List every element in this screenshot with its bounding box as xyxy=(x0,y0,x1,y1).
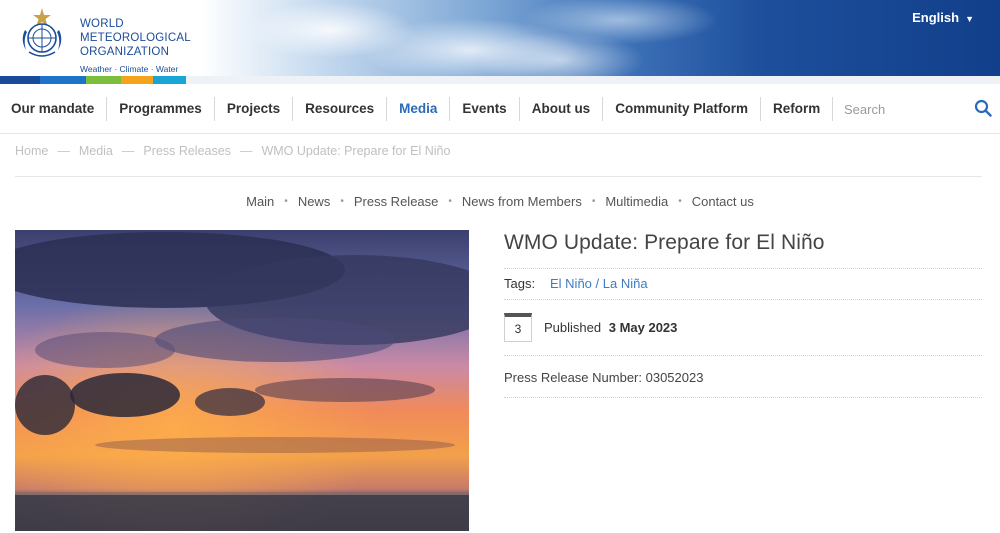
nav-item-media[interactable]: Media xyxy=(387,96,451,121)
subnav-separator: • xyxy=(678,196,682,207)
breadcrumb-separator: — xyxy=(57,144,70,158)
nav-item-our-mandate[interactable]: Our mandate xyxy=(0,96,108,121)
subnav-separator: • xyxy=(340,196,344,207)
breadcrumb-divider xyxy=(15,176,982,177)
nav-item-about-us[interactable]: About us xyxy=(520,96,604,121)
subnav-multimedia[interactable]: Multimedia xyxy=(605,193,668,210)
breadcrumb: Home — Media — Press Releases — WMO Upda… xyxy=(15,144,450,158)
published-info: Published 3 May 2023 xyxy=(544,320,677,335)
org-name[interactable]: WORLD METEOROLOGICAL ORGANIZATION xyxy=(80,17,191,59)
divider xyxy=(504,355,982,356)
org-name-line2: METEOROLOGICAL xyxy=(80,32,191,44)
org-name-line1: WORLD xyxy=(80,18,124,30)
wmo-emblem-icon[interactable] xyxy=(15,6,69,60)
nav-item-community-platform[interactable]: Community Platform xyxy=(603,96,761,121)
press-release-number: Press Release Number: 03052023 xyxy=(504,370,704,385)
language-label: English xyxy=(912,10,960,25)
media-subnav: Main • News • Press Release • News from … xyxy=(0,193,1000,210)
color-strip-blue xyxy=(40,76,86,84)
article-title: WMO Update: Prepare for El Niño xyxy=(504,231,825,254)
divider xyxy=(504,299,982,300)
breadcrumb-home[interactable]: Home xyxy=(15,144,48,158)
subnav-press-release[interactable]: Press Release xyxy=(354,193,439,210)
subnav-separator: • xyxy=(284,196,288,207)
hero-image xyxy=(15,230,469,531)
nav-item-programmes[interactable]: Programmes xyxy=(107,96,215,121)
main-nav: Our mandate Programmes Projects Resource… xyxy=(0,84,1000,134)
org-tagline: Weather · Climate · Water xyxy=(80,64,179,74)
breadcrumb-separator: — xyxy=(239,144,253,158)
subnav-news[interactable]: News xyxy=(298,193,331,210)
nav-item-resources[interactable]: Resources xyxy=(293,96,388,121)
org-name-line3: ORGANIZATION xyxy=(80,46,170,58)
tag-link-el-nino[interactable]: El Niño / La Niña xyxy=(550,276,648,291)
breadcrumb-press-releases[interactable]: Press Releases xyxy=(143,144,231,158)
published-date: 3 May 2023 xyxy=(608,320,678,335)
search-icon[interactable] xyxy=(974,99,992,117)
nav-item-events[interactable]: Events xyxy=(450,96,520,121)
subnav-news-from-members[interactable]: News from Members xyxy=(462,193,582,210)
subnav-separator: • xyxy=(591,196,596,207)
divider xyxy=(504,397,982,398)
tags-label: Tags: xyxy=(504,276,536,291)
color-strip-cyan xyxy=(153,76,186,84)
calendar-day: 3 xyxy=(514,322,522,336)
breadcrumb-media[interactable]: Media xyxy=(79,144,113,158)
published-label: Published xyxy=(544,320,602,335)
subnav-main[interactable]: Main xyxy=(246,193,274,210)
breadcrumb-separator: — xyxy=(121,144,135,158)
breadcrumb-current: WMO Update: Prepare for El Niño xyxy=(261,144,451,158)
search-box xyxy=(792,84,1000,134)
color-strip-orange xyxy=(121,76,153,84)
chevron-down-icon: ▼ xyxy=(965,13,974,24)
subnav-separator: • xyxy=(448,196,452,207)
color-strip-navy xyxy=(0,76,40,84)
language-selector[interactable]: English ▼ xyxy=(912,10,974,25)
nav-item-projects[interactable]: Projects xyxy=(215,96,294,121)
calendar-icon: 3 xyxy=(504,313,532,342)
subnav-contact-us[interactable]: Contact us xyxy=(692,193,754,210)
color-strip-green xyxy=(86,76,121,84)
divider xyxy=(504,268,982,269)
